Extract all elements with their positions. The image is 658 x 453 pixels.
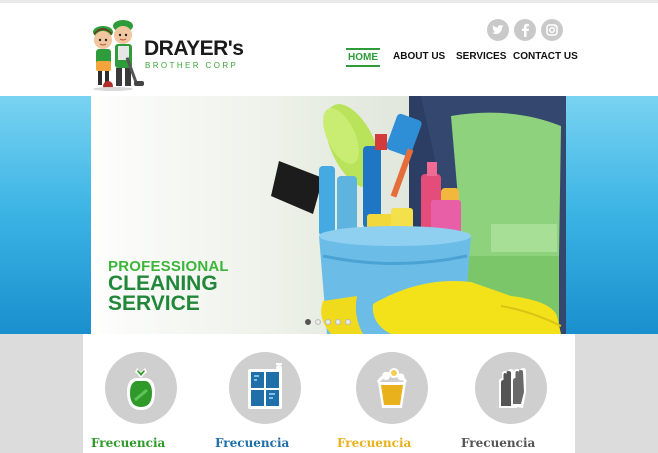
- feature-card-4[interactable]: [475, 352, 547, 424]
- slider-dot[interactable]: [335, 319, 341, 325]
- gloves-icon: [499, 368, 526, 408]
- features-panel: Frecuencia Frecuencia Frecuencia Frecuen…: [83, 334, 575, 453]
- nav-services[interactable]: SERVICES: [456, 51, 506, 62]
- hero-slider[interactable]: PROFESSIONAL CLEANING SERVICE: [91, 96, 566, 334]
- brand-logo[interactable]: DRAYER's BROTHER CORP: [88, 13, 258, 93]
- feature-label-2: Frecuencia: [215, 436, 290, 450]
- slider-pagination: [305, 319, 351, 325]
- slider-dot[interactable]: [325, 319, 331, 325]
- brand-name: DRAYER's: [144, 37, 244, 60]
- feature-label-3: Frecuencia: [337, 436, 412, 450]
- window-cleaning-icon: [248, 363, 282, 409]
- feature-card-3[interactable]: [356, 352, 428, 424]
- nav-home[interactable]: HOME: [346, 48, 380, 67]
- instagram-icon[interactable]: [541, 19, 563, 41]
- slider-dot[interactable]: [315, 319, 321, 325]
- facebook-icon[interactable]: [514, 19, 536, 41]
- brand-tagline: BROTHER CORP: [145, 61, 239, 70]
- feature-card-2[interactable]: [229, 352, 301, 424]
- feature-label-1: Frecuencia: [91, 436, 166, 450]
- hero-headline-line2: CLEANING: [108, 272, 218, 295]
- mascots-icon: [93, 20, 144, 91]
- twitter-icon[interactable]: [487, 19, 509, 41]
- hero-headline-line3: SERVICE: [108, 292, 200, 315]
- bucket-icon: [376, 368, 408, 408]
- feature-card-1[interactable]: [105, 352, 177, 424]
- nav-contact-us[interactable]: CONTACT US: [513, 51, 578, 62]
- nav-about-us[interactable]: ABOUT US: [393, 51, 445, 62]
- slider-dot[interactable]: [345, 319, 351, 325]
- feature-label-4: Frecuencia: [461, 436, 536, 450]
- slider-dot[interactable]: [305, 319, 311, 325]
- trash-bag-icon: [127, 368, 155, 410]
- site-header: DRAYER's BROTHER CORP HOME ABOUT US SERV…: [0, 3, 658, 96]
